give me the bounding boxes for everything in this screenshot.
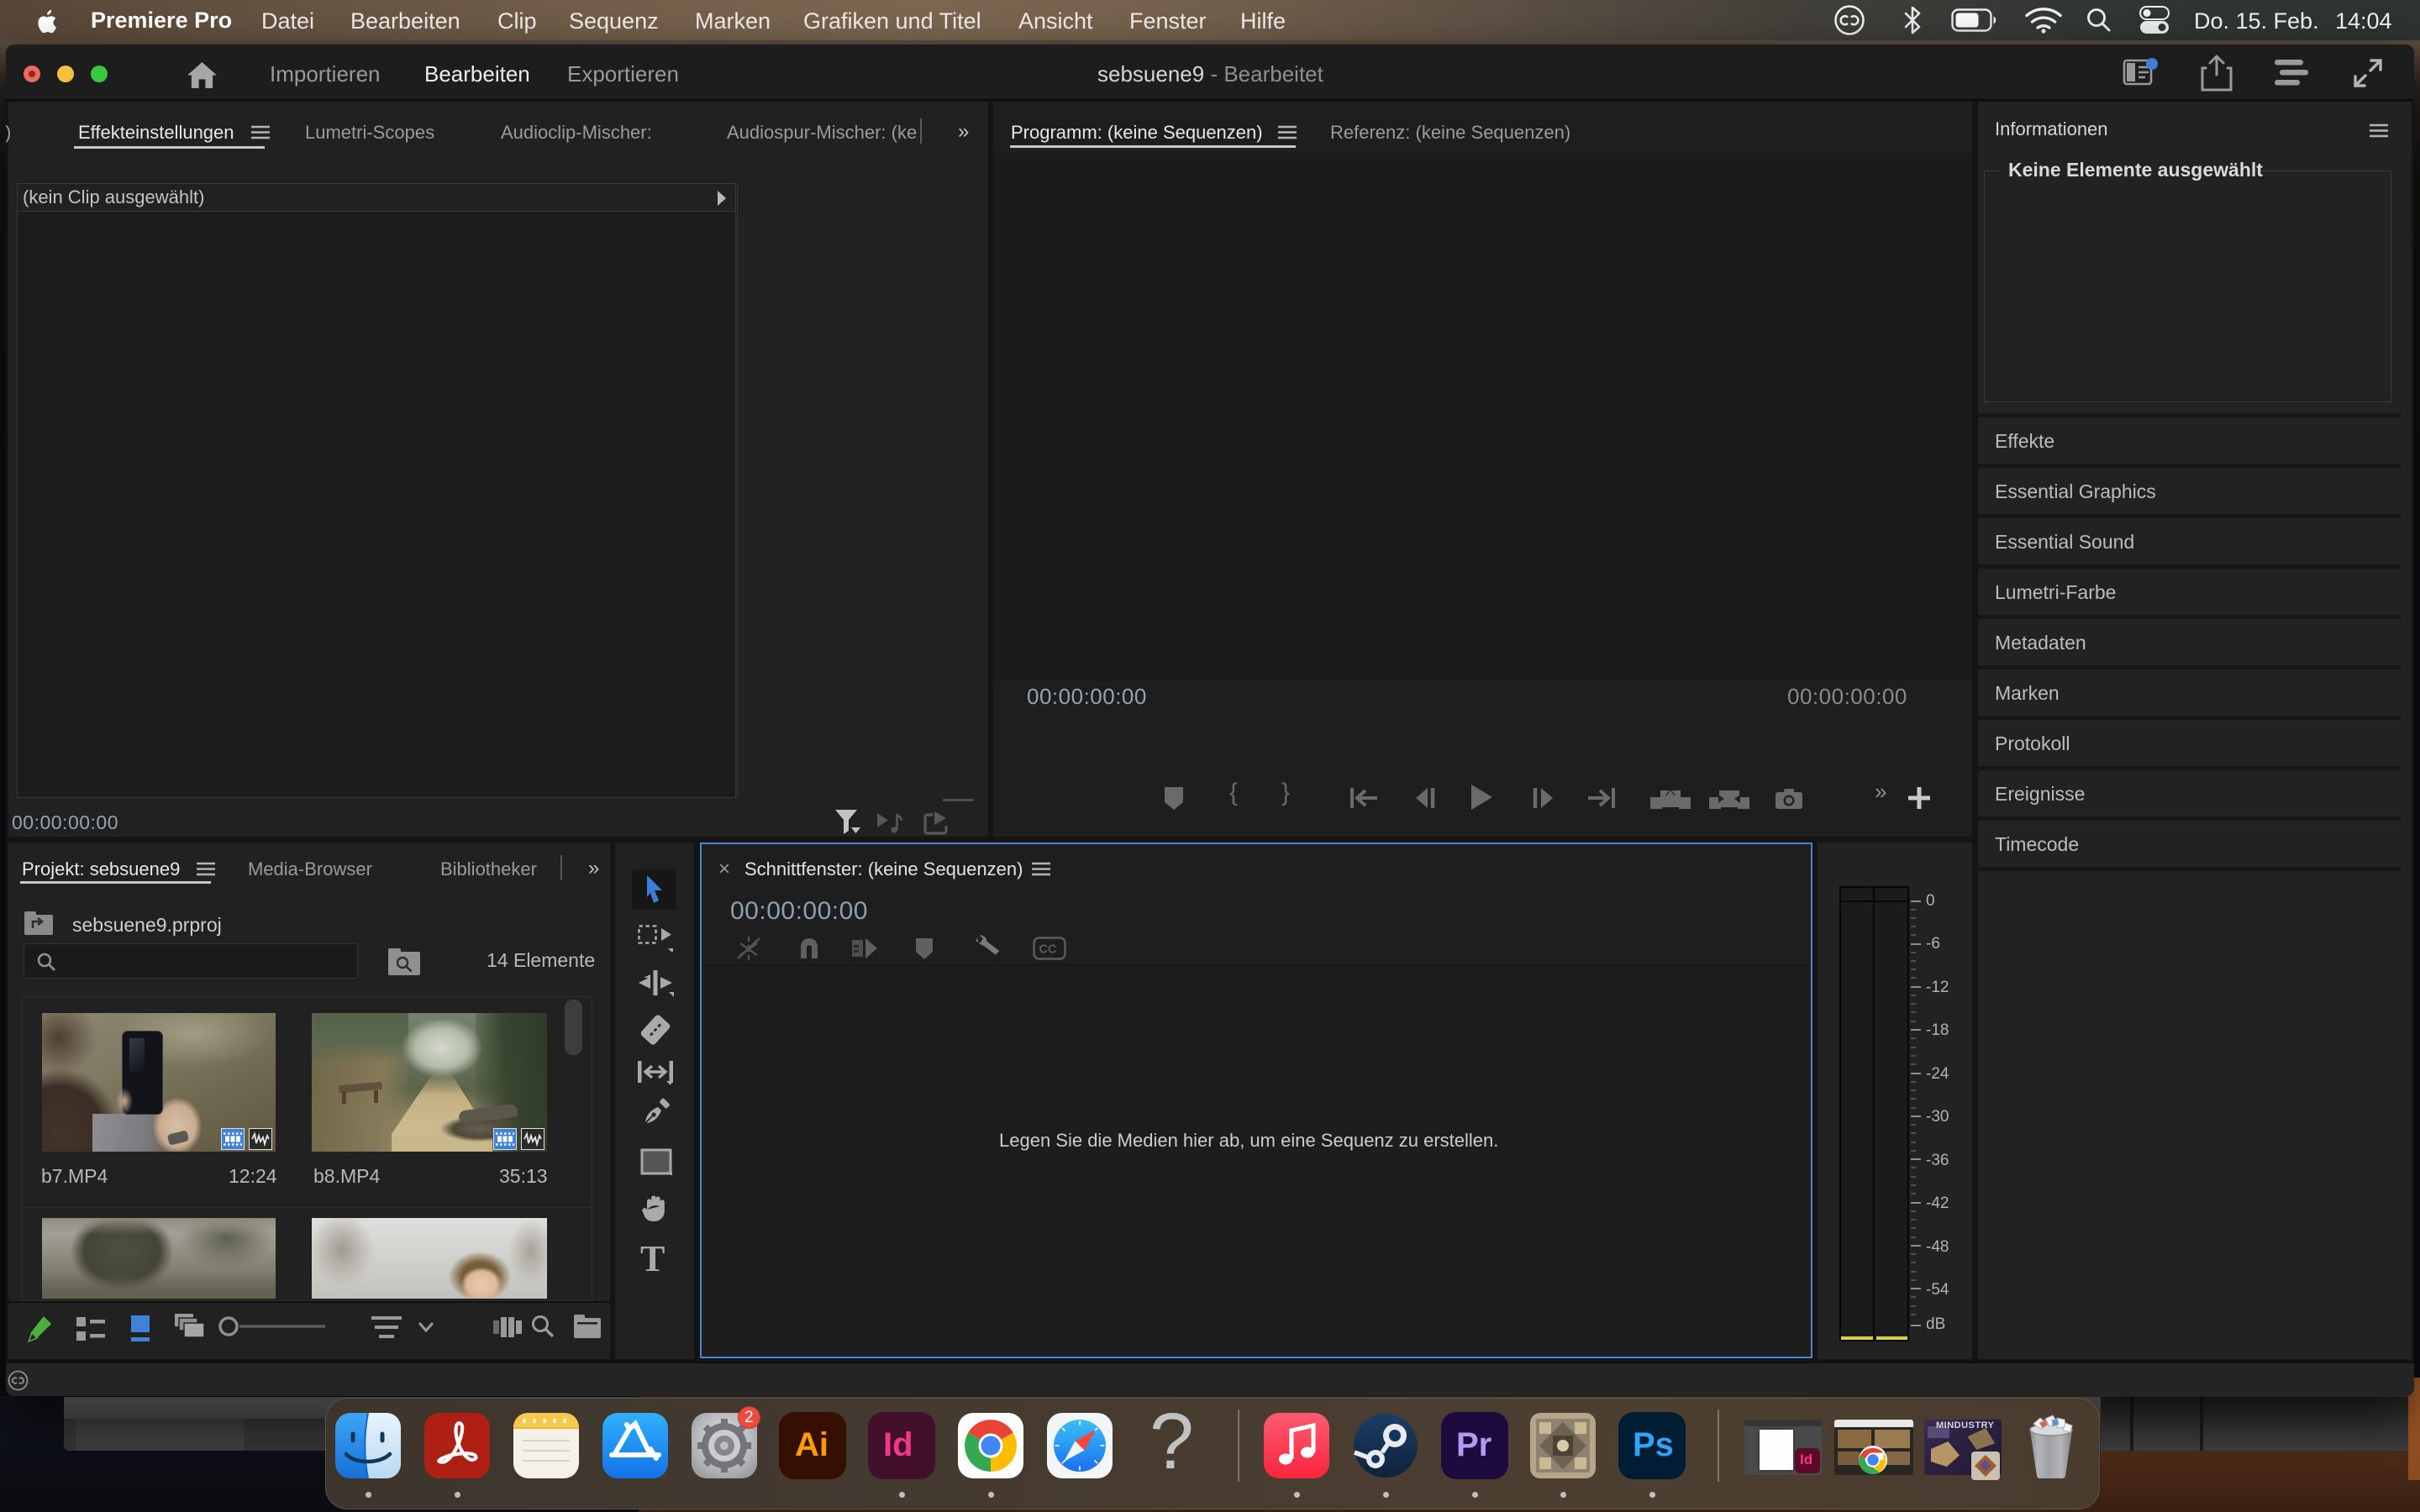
svg-text:CC: CC (1039, 943, 1057, 957)
